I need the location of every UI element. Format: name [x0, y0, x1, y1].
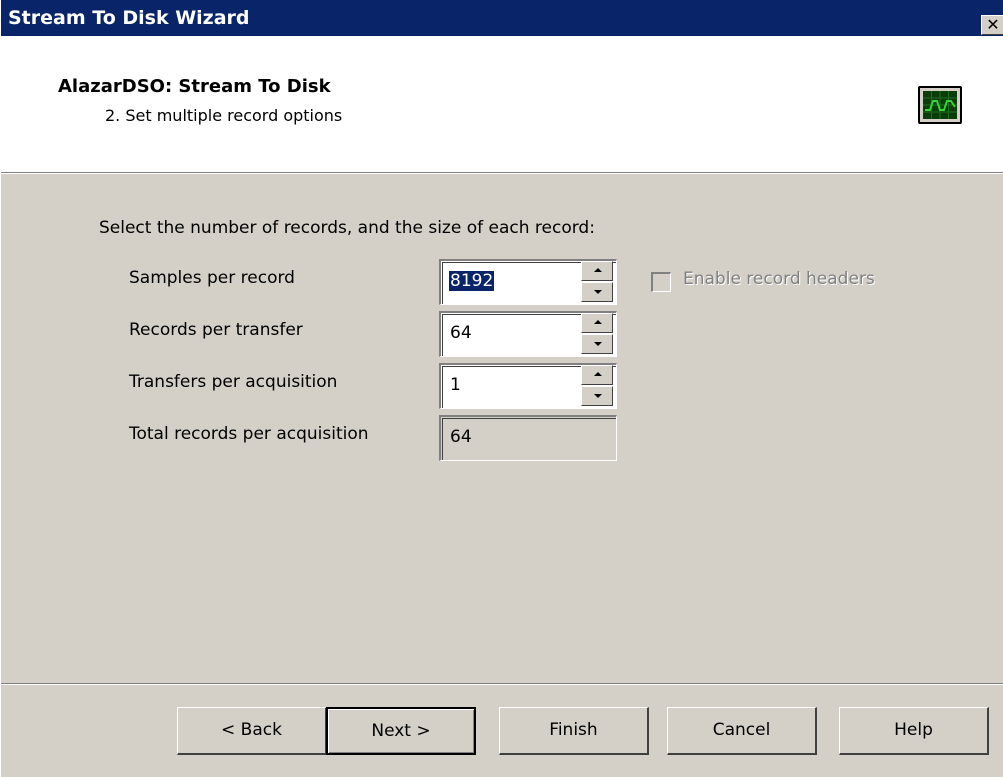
- arrow-down-icon: [594, 394, 602, 398]
- total-records-label: Total records per acquisition: [129, 424, 369, 444]
- transfers-spin-down-button[interactable]: [581, 386, 613, 406]
- footer-separator: [1, 683, 1003, 685]
- records-per-transfer-value: 64: [450, 323, 472, 343]
- cancel-button[interactable]: Cancel: [667, 707, 817, 755]
- next-button[interactable]: Next >: [326, 707, 476, 755]
- help-button[interactable]: Help: [839, 707, 989, 755]
- samples-per-record-label: Samples per record: [129, 268, 295, 288]
- total-records-field: 64: [439, 415, 617, 461]
- arrow-down-icon: [594, 290, 602, 294]
- title-bar[interactable]: Stream To Disk Wizard ✕: [1, 0, 1003, 36]
- transfers-spin-up-button[interactable]: [581, 365, 613, 385]
- arrow-up-icon: [594, 268, 602, 272]
- records-per-transfer-label: Records per transfer: [129, 320, 303, 340]
- arrow-up-icon: [594, 372, 602, 376]
- wizard-window: Stream To Disk Wizard ✕ AlazarDSO: Strea…: [0, 0, 1003, 777]
- close-icon: ✕: [986, 15, 1000, 34]
- records-spin-down-button[interactable]: [581, 334, 613, 354]
- transfers-per-acquisition-spinner[interactable]: [581, 365, 613, 406]
- wizard-header: AlazarDSO: Stream To Disk 2. Set multipl…: [1, 36, 1003, 172]
- wizard-title: AlazarDSO: Stream To Disk: [58, 76, 331, 97]
- records-spin-up-button[interactable]: [581, 313, 613, 333]
- header-separator: [1, 172, 1003, 174]
- close-button[interactable]: ✕: [981, 15, 1003, 35]
- instruction-text: Select the number of records, and the si…: [99, 218, 595, 238]
- samples-spin-down-button[interactable]: [581, 282, 613, 302]
- oscilloscope-icon: [918, 86, 962, 124]
- enable-record-headers-checkbox[interactable]: [651, 272, 671, 292]
- arrow-down-icon: [594, 342, 602, 346]
- enable-record-headers-label: Enable record headers: [683, 269, 875, 289]
- total-records-value: 64: [450, 427, 472, 447]
- samples-spin-up-button[interactable]: [581, 261, 613, 281]
- samples-per-record-value: 8192: [449, 271, 495, 291]
- wizard-step-subtitle: 2. Set multiple record options: [105, 106, 343, 125]
- transfers-per-acquisition-value: 1: [450, 375, 461, 395]
- arrow-up-icon: [594, 320, 602, 324]
- finish-button[interactable]: Finish: [499, 707, 649, 755]
- records-per-transfer-spinner[interactable]: [581, 313, 613, 354]
- window-title: Stream To Disk Wizard: [8, 7, 250, 29]
- samples-per-record-spinner[interactable]: [581, 261, 613, 302]
- transfers-per-acquisition-label: Transfers per acquisition: [129, 372, 338, 392]
- back-button[interactable]: < Back: [177, 707, 327, 755]
